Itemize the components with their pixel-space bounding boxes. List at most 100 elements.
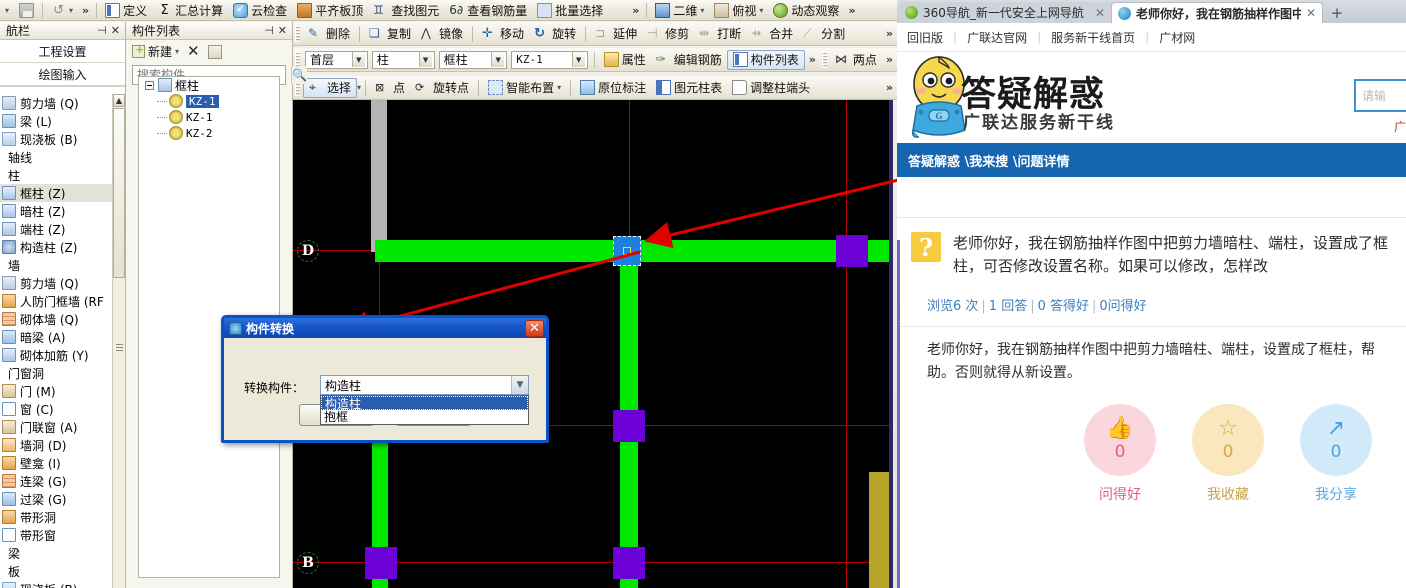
tab-project-settings[interactable]: 工程设置 [0, 40, 125, 63]
chevron-down-icon[interactable]: ▼ [511, 376, 528, 394]
element-column-table-button[interactable]: 图元柱表 [651, 78, 727, 98]
browser-tab-0[interactable]: 360导航_新一代安全上网导航 ✕ [899, 2, 1111, 23]
save-button[interactable] [14, 1, 39, 20]
find-element-button[interactable]: ♊ 查找图元 [368, 1, 444, 20]
nav-item[interactable]: 剪力墙 (Q) [0, 94, 125, 112]
draw-toolbar-overflow[interactable]: » [882, 81, 897, 94]
dialog-title-bar[interactable]: 构件转换 ✕ [224, 318, 546, 338]
selection-handle[interactable] [623, 247, 631, 255]
two-point-button[interactable]: ⋈ 两点 [830, 50, 882, 70]
smart-layout-button[interactable]: 智能布置 ▾ [483, 78, 566, 98]
define-button[interactable]: 定义 [100, 1, 152, 20]
browser-tab-1[interactable]: 老师你好，我在钢筋抽样作图中… ✕ [1111, 2, 1323, 23]
comp-panel-pin-icon[interactable]: ⊣ [264, 24, 274, 37]
ribbon-overflow-1[interactable]: » [78, 4, 93, 17]
tree-item-kz1-a[interactable]: KZ-1 [139, 93, 279, 109]
link-old-version[interactable]: 回旧版 [897, 29, 953, 46]
flat-top-button[interactable]: 平齐板顶 [292, 1, 368, 20]
browser-tab-1-close-icon[interactable]: ✕ [1306, 6, 1316, 20]
selector-toolbar-overflow[interactable]: » [805, 53, 820, 66]
selector-toolbar-overflow-2[interactable]: » [882, 53, 897, 66]
nav-item[interactable]: 墙洞 (D) [0, 436, 125, 454]
adjust-column-end-button[interactable]: 调整柱端头 [727, 78, 815, 98]
toolbar-grip[interactable] [295, 25, 300, 42]
nav-item[interactable]: 带形洞 [0, 508, 125, 526]
move-button[interactable]: ✛ 移动 [477, 24, 529, 44]
new-caret-icon[interactable]: ▾ [175, 47, 179, 56]
delete-button[interactable]: ✎ 删除 [303, 24, 355, 44]
rotate-button[interactable]: ↻ 旋转 [529, 24, 581, 44]
nav-item[interactable]: 壁龛 (I) [0, 454, 125, 472]
copy-button[interactable]: ❏ 复制 [364, 24, 416, 44]
nav-item[interactable]: 过梁 (G) [0, 490, 125, 508]
cloud-check-button[interactable]: 云检查 [228, 1, 292, 20]
action-share[interactable]: ↗ 0 我分享 [1300, 404, 1372, 504]
answers-count[interactable]: 1 回答 [989, 299, 1027, 314]
tree-item-kz2[interactable]: KZ-2 [139, 125, 279, 141]
good-question-count[interactable]: 0问得好 [1099, 299, 1146, 314]
member-select[interactable]: KZ-1 ▼ [511, 50, 588, 69]
type-select[interactable]: 框柱 ▼ [438, 50, 508, 69]
nav-scrollbar[interactable]: ▲ [112, 94, 125, 588]
mirror-button[interactable]: ⋀ 镜像 [416, 24, 468, 44]
ribbon-overflow-2[interactable]: » [628, 4, 643, 17]
conversion-component-select[interactable]: 构造柱 ▼ [320, 375, 529, 395]
category-select[interactable]: 柱 ▼ [371, 50, 435, 69]
action-good-question[interactable]: 👍 0 问得好 [1084, 404, 1156, 504]
dynamic-observe-button[interactable]: 动态观察 [768, 1, 844, 20]
ribbon-dropdown-caret[interactable]: ▾ [0, 1, 14, 20]
canvas-vertical-scrollbar[interactable] [889, 100, 893, 588]
nav-item[interactable]: 现浇板 (B) [0, 580, 125, 588]
nav-item[interactable]: 连梁 (G) [0, 472, 125, 490]
tree-root-row[interactable]: 框柱 [139, 77, 279, 93]
column-element-bottom-center[interactable] [613, 547, 645, 579]
good-question-circle[interactable]: 👍 0 [1084, 404, 1156, 477]
link-service-home[interactable]: 服务新干线首页 [1041, 29, 1145, 46]
nav-scroll-grip[interactable] [116, 344, 123, 353]
column-element-bottom-left[interactable] [365, 547, 397, 579]
two-d-caret-icon[interactable]: ▾ [700, 6, 704, 15]
collapse-toggle-icon[interactable] [145, 80, 154, 90]
tree-item-kz1-b[interactable]: KZ-1 [139, 109, 279, 125]
nav-item[interactable]: 梁 (L) [0, 112, 125, 130]
copy-component-icon[interactable] [207, 44, 222, 59]
nav-item[interactable]: 暗柱 (Z) [0, 202, 125, 220]
navigation-item-list[interactable]: 剪力墙 (Q) 梁 (L) 现浇板 (B) 轴线柱框柱 (Z) 暗柱 (Z) 端柱 (Z)… [0, 94, 125, 588]
nav-item[interactable]: 暗梁 (A) [0, 328, 125, 346]
new-component-button[interactable]: 新建 ▾ [132, 43, 179, 60]
smart-layout-caret-icon[interactable]: ▾ [557, 83, 561, 92]
summary-calc-button[interactable]: Σ 汇总计算 [152, 1, 228, 20]
delete-component-button[interactable]: ✕ [187, 44, 200, 59]
nav-item[interactable]: 门 (M) [0, 382, 125, 400]
tab-drawing-input[interactable]: 绘图输入 [0, 63, 125, 86]
nav-panel-pin-icon[interactable]: ⊣ [97, 24, 107, 37]
nav-scroll-thumb[interactable] [113, 108, 125, 278]
nav-item[interactable]: 框柱 (Z) [0, 184, 125, 202]
nav-item[interactable]: 人防门框墙 (RF [0, 292, 125, 310]
column-element-center[interactable] [613, 410, 645, 442]
nav-panel-close-icon[interactable]: ✕ [111, 24, 120, 37]
favorite-circle[interactable]: ☆ 0 [1192, 404, 1264, 477]
site-search-input[interactable]: 请输 [1354, 79, 1406, 112]
properties-button[interactable]: 属性 [599, 50, 651, 70]
in-place-annotation-button[interactable]: 原位标注 [575, 78, 651, 98]
nav-item[interactable]: 带形窗 [0, 526, 125, 544]
browser-tab-0-close-icon[interactable]: ✕ [1095, 6, 1105, 20]
good-answer-count[interactable]: 0 答得好 [1038, 299, 1089, 314]
dropdown-option-0[interactable]: 构造柱 [321, 396, 528, 411]
batch-select-button[interactable]: 批量选择 [532, 1, 608, 20]
select-tool-caret-icon[interactable]: ▾ [357, 83, 361, 92]
column-element-right-top[interactable] [836, 235, 868, 267]
select-tool-button[interactable]: ⌖ 选择 [303, 77, 358, 98]
view-rebar-button[interactable]: 6∂ 查看钢筋量 [444, 1, 532, 20]
scroll-up-arrow-icon[interactable]: ▲ [113, 94, 125, 107]
search-icon[interactable]: 🔍 [291, 66, 307, 84]
dialog-close-button[interactable]: ✕ [525, 319, 544, 337]
nav-item[interactable]: 端柱 (Z) [0, 220, 125, 238]
action-favorite[interactable]: ☆ 0 我收藏 [1192, 404, 1264, 504]
nav-item[interactable]: 构造柱 (Z) [0, 238, 125, 256]
component-list-button[interactable]: 构件列表 [726, 49, 805, 70]
nav-item[interactable]: 门联窗 (A) [0, 418, 125, 436]
undo-button[interactable]: ↺ ▾ [46, 1, 78, 20]
nav-item[interactable]: 砌体加筋 (Y) [0, 346, 125, 364]
